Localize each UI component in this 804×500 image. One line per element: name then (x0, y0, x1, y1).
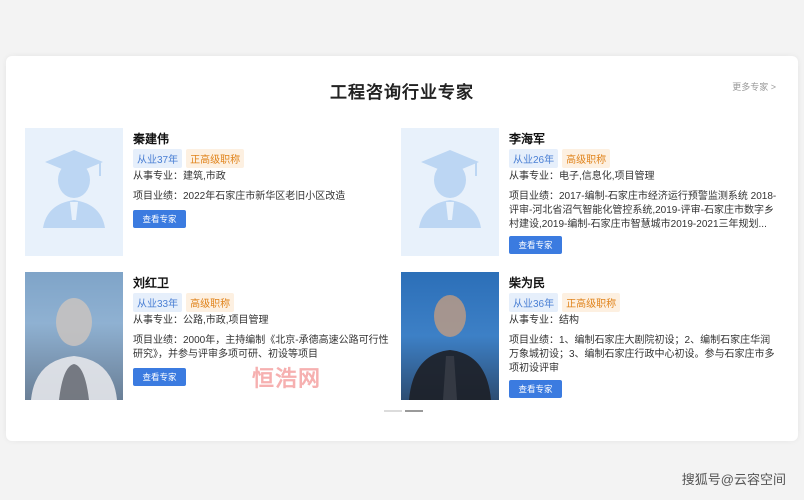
expert-card: 李海军 从业26年 高级职称 从事专业：电子,信息化,项目管理 项目业绩：201… (401, 128, 781, 258)
view-expert-button[interactable]: 查看专家 (509, 236, 562, 254)
view-expert-button[interactable]: 查看专家 (133, 368, 186, 386)
section-title: 工程咨询行业专家 (330, 83, 474, 102)
expert-performance: 项目业绩：2022年石家庄市新华区老旧小区改造 (133, 191, 346, 202)
carousel-dot[interactable] (384, 410, 402, 412)
expert-name: 柴为民 (509, 276, 546, 290)
carousel-pagination[interactable] (384, 410, 423, 412)
default-avatar-icon (25, 128, 123, 256)
years-badge: 从业36年 (509, 293, 559, 312)
expert-performance: 项目业绩：1、编制石家庄大剧院初设；2、编制石家庄华润万象城初设；3、编制石家庄… (509, 335, 775, 374)
years-badge: 从业37年 (133, 149, 183, 168)
footer-watermark: 搜狐号@云容空间 (681, 472, 786, 487)
more-experts-link[interactable]: 更多专家 > (732, 80, 776, 93)
years-badge: 从业33年 (133, 293, 183, 312)
rank-badge: 高级职称 (562, 149, 611, 168)
expert-name: 刘红卫 (133, 276, 170, 290)
rank-badge: 正高级职称 (186, 149, 245, 168)
rank-badge: 高级职称 (186, 293, 235, 312)
rank-badge: 正高级职称 (562, 293, 621, 312)
site-watermark: 恒浩网 (252, 366, 322, 391)
view-expert-button[interactable]: 查看专家 (133, 210, 186, 228)
years-badge: 从业26年 (509, 149, 559, 168)
expert-card: 秦建伟 从业37年 正高级职称 从事专业：建筑,市政 项目业绩：2022年石家庄… (25, 128, 405, 258)
expert-card: 柴为民 从业36年 正高级职称 从事专业：结构 项目业绩：1、编制石家庄大剧院初… (401, 272, 781, 402)
view-expert-button[interactable]: 查看专家 (509, 380, 562, 398)
expert-name: 李海军 (509, 132, 546, 146)
expert-card: 刘红卫 从业33年 高级职称 从事专业：公路,市政,项目管理 项目业绩：2000… (25, 272, 405, 402)
expert-performance: 项目业绩：2017-编制-石家庄市经济运行预警监测系统 2018-评审-河北省沼… (509, 191, 777, 230)
experts-card: 工程咨询行业专家 更多专家 > 秦建伟 从业37年 正高级职称 从事专业：建筑,… (6, 56, 798, 441)
expert-photo (25, 272, 123, 400)
expert-photo (401, 272, 499, 400)
expert-specialty: 从事专业：结构 (509, 315, 579, 326)
expert-specialty: 从事专业：公路,市政,项目管理 (133, 315, 269, 326)
expert-specialty: 从事专业：电子,信息化,项目管理 (509, 171, 655, 182)
expert-name: 秦建伟 (133, 132, 170, 146)
expert-specialty: 从事专业：建筑,市政 (133, 171, 226, 182)
default-avatar-icon (401, 128, 499, 256)
carousel-dot-active[interactable] (405, 410, 423, 412)
expert-performance: 项目业绩：2000年，主持编制《北京-承德高速公路可行性研究》，并参与评审多项可… (133, 335, 389, 360)
